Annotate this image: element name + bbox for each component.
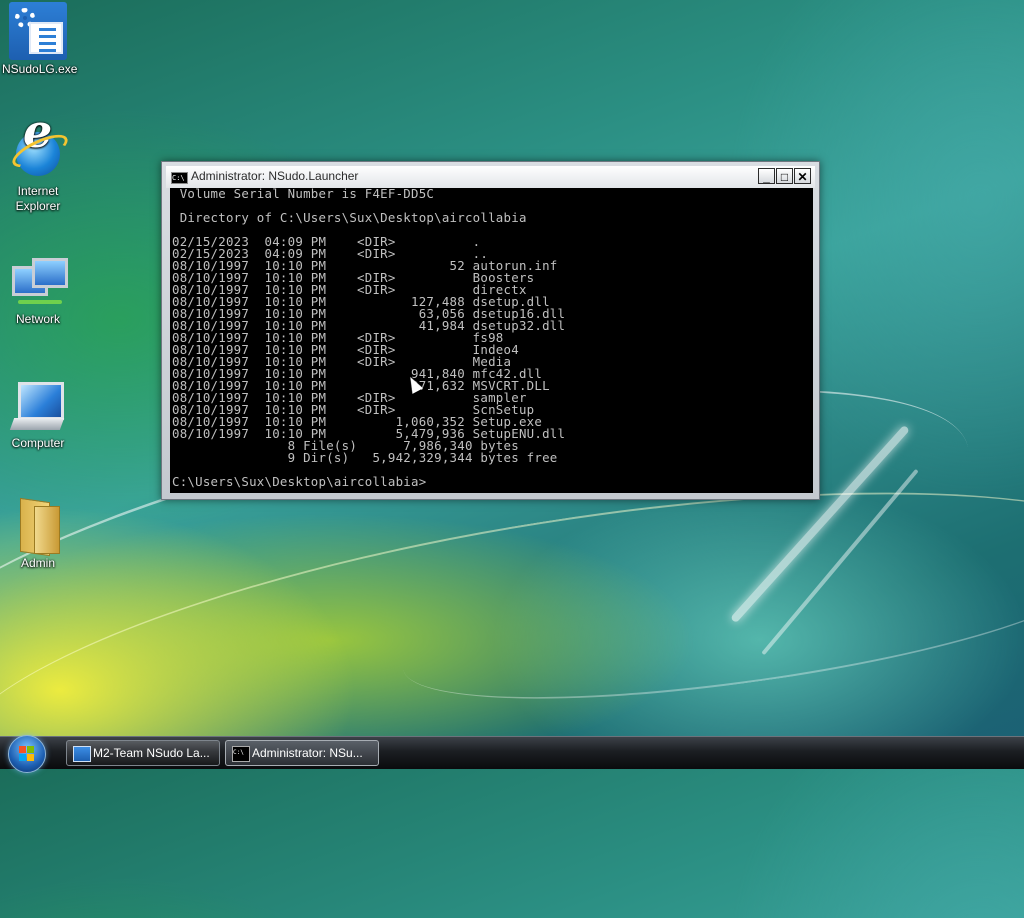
close-button[interactable]: ✕ xyxy=(794,168,811,184)
nsudo-icon xyxy=(9,2,67,60)
console-text: Volume Serial Number is F4EF-DD5C Direct… xyxy=(172,188,566,489)
nsudo-icon xyxy=(73,746,91,762)
desktop-icon-nsudolg[interactable]: NSudoLG.exe xyxy=(2,2,78,77)
taskbar-item-nsudo[interactable]: M2-Team NSudo La... xyxy=(66,740,220,766)
desktop-icon-label: NSudoLG.exe xyxy=(2,62,78,76)
wallpaper-swoosh xyxy=(394,511,1024,731)
desktop-icon-label: Computer xyxy=(11,436,65,450)
desktop-icon-network[interactable]: Network xyxy=(2,254,74,327)
start-button[interactable] xyxy=(8,735,46,773)
computer-icon xyxy=(9,378,66,434)
desktop-icon-computer[interactable]: Computer xyxy=(2,378,74,451)
user-folder-icon xyxy=(10,497,66,557)
console-window[interactable]: C:\ Administrator: NSudo.Launcher _ □ ✕ … xyxy=(161,161,820,500)
window-titlebar[interactable]: C:\ Administrator: NSudo.Launcher _ □ ✕ xyxy=(166,166,815,188)
minimize-button[interactable]: _ xyxy=(758,168,775,184)
taskbar-item-console[interactable]: C:\ Administrator: NSu... xyxy=(225,740,379,766)
taskbar: M2-Team NSudo La... C:\ Administrator: N… xyxy=(0,735,1024,773)
windows-logo-icon xyxy=(19,746,35,762)
maximize-button[interactable]: □ xyxy=(776,168,793,184)
window-controls: _ □ ✕ xyxy=(758,168,811,184)
console-icon: C:\ xyxy=(171,172,188,184)
desktop-icon-label: Admin xyxy=(20,556,55,570)
console-output[interactable]: Volume Serial Number is F4EF-DD5C Direct… xyxy=(170,188,813,493)
desktop-icon-label: Network xyxy=(15,312,60,326)
taskbar-item-label: M2-Team NSudo La... xyxy=(93,746,210,760)
internet-explorer-icon xyxy=(8,124,72,182)
desktop-icon-admin[interactable]: Admin xyxy=(2,497,74,571)
desktop-icon-internet-explorer[interactable]: Internet Explorer xyxy=(2,124,74,214)
network-icon xyxy=(10,254,68,310)
desktop-icon-label: Internet Explorer xyxy=(15,184,61,213)
window-title: Administrator: NSudo.Launcher xyxy=(191,169,359,183)
taskbar-item-label: Administrator: NSu... xyxy=(252,746,363,760)
console-icon: C:\ xyxy=(232,746,250,762)
